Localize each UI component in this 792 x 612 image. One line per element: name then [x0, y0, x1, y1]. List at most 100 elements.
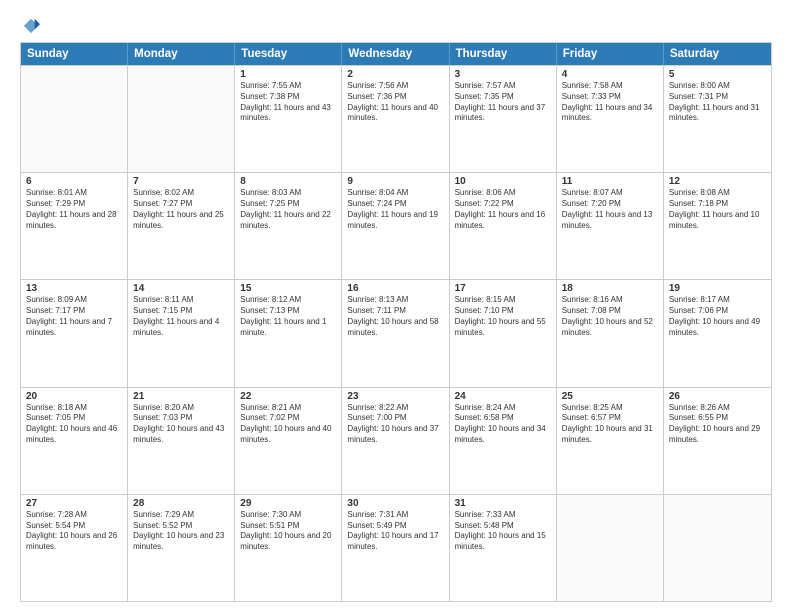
day-number: 7: [133, 176, 229, 187]
day-number: 1: [240, 69, 336, 80]
calendar-cell: 21Sunrise: 8:20 AM Sunset: 7:03 PM Dayli…: [128, 388, 235, 494]
calendar-cell: [557, 495, 664, 601]
day-number: 27: [26, 498, 122, 509]
day-number: 3: [455, 69, 551, 80]
cell-info: Sunrise: 8:15 AM Sunset: 7:10 PM Dayligh…: [455, 295, 551, 338]
calendar-body: 1Sunrise: 7:55 AM Sunset: 7:38 PM Daylig…: [21, 65, 771, 601]
day-header-friday: Friday: [557, 43, 664, 65]
calendar-cell: 22Sunrise: 8:21 AM Sunset: 7:02 PM Dayli…: [235, 388, 342, 494]
calendar-cell: 9Sunrise: 8:04 AM Sunset: 7:24 PM Daylig…: [342, 173, 449, 279]
cell-info: Sunrise: 7:31 AM Sunset: 5:49 PM Dayligh…: [347, 510, 443, 553]
calendar-cell: 3Sunrise: 7:57 AM Sunset: 7:35 PM Daylig…: [450, 66, 557, 172]
logo-text: [20, 16, 40, 34]
cell-info: Sunrise: 8:20 AM Sunset: 7:03 PM Dayligh…: [133, 403, 229, 446]
calendar-cell: [128, 66, 235, 172]
calendar-cell: [664, 495, 771, 601]
cell-info: Sunrise: 8:18 AM Sunset: 7:05 PM Dayligh…: [26, 403, 122, 446]
calendar-cell: 18Sunrise: 8:16 AM Sunset: 7:08 PM Dayli…: [557, 280, 664, 386]
cell-info: Sunrise: 8:09 AM Sunset: 7:17 PM Dayligh…: [26, 295, 122, 338]
cell-info: Sunrise: 8:26 AM Sunset: 6:55 PM Dayligh…: [669, 403, 766, 446]
cell-info: Sunrise: 8:04 AM Sunset: 7:24 PM Dayligh…: [347, 188, 443, 231]
cell-info: Sunrise: 7:30 AM Sunset: 5:51 PM Dayligh…: [240, 510, 336, 553]
day-number: 14: [133, 283, 229, 294]
calendar-cell: 19Sunrise: 8:17 AM Sunset: 7:06 PM Dayli…: [664, 280, 771, 386]
day-header-saturday: Saturday: [664, 43, 771, 65]
calendar-cell: 2Sunrise: 7:56 AM Sunset: 7:36 PM Daylig…: [342, 66, 449, 172]
calendar-cell: 7Sunrise: 8:02 AM Sunset: 7:27 PM Daylig…: [128, 173, 235, 279]
logo: [20, 16, 40, 34]
day-number: 10: [455, 176, 551, 187]
calendar-cell: 1Sunrise: 7:55 AM Sunset: 7:38 PM Daylig…: [235, 66, 342, 172]
calendar-cell: 17Sunrise: 8:15 AM Sunset: 7:10 PM Dayli…: [450, 280, 557, 386]
calendar-cell: 26Sunrise: 8:26 AM Sunset: 6:55 PM Dayli…: [664, 388, 771, 494]
calendar-cell: 23Sunrise: 8:22 AM Sunset: 7:00 PM Dayli…: [342, 388, 449, 494]
header: [20, 16, 772, 34]
calendar: SundayMondayTuesdayWednesdayThursdayFrid…: [20, 42, 772, 602]
day-header-sunday: Sunday: [21, 43, 128, 65]
calendar-cell: 27Sunrise: 7:28 AM Sunset: 5:54 PM Dayli…: [21, 495, 128, 601]
cell-info: Sunrise: 8:12 AM Sunset: 7:13 PM Dayligh…: [240, 295, 336, 338]
cell-info: Sunrise: 7:55 AM Sunset: 7:38 PM Dayligh…: [240, 81, 336, 124]
cell-info: Sunrise: 8:16 AM Sunset: 7:08 PM Dayligh…: [562, 295, 658, 338]
day-number: 26: [669, 391, 766, 402]
day-number: 19: [669, 283, 766, 294]
day-number: 13: [26, 283, 122, 294]
day-number: 21: [133, 391, 229, 402]
day-number: 18: [562, 283, 658, 294]
day-number: 15: [240, 283, 336, 294]
logo-icon: [22, 16, 40, 34]
cell-info: Sunrise: 7:33 AM Sunset: 5:48 PM Dayligh…: [455, 510, 551, 553]
calendar-row-2: 6Sunrise: 8:01 AM Sunset: 7:29 PM Daylig…: [21, 172, 771, 279]
day-header-wednesday: Wednesday: [342, 43, 449, 65]
cell-info: Sunrise: 7:29 AM Sunset: 5:52 PM Dayligh…: [133, 510, 229, 553]
cell-info: Sunrise: 8:11 AM Sunset: 7:15 PM Dayligh…: [133, 295, 229, 338]
day-number: 11: [562, 176, 658, 187]
cell-info: Sunrise: 8:13 AM Sunset: 7:11 PM Dayligh…: [347, 295, 443, 338]
calendar-cell: 13Sunrise: 8:09 AM Sunset: 7:17 PM Dayli…: [21, 280, 128, 386]
cell-info: Sunrise: 8:03 AM Sunset: 7:25 PM Dayligh…: [240, 188, 336, 231]
day-header-thursday: Thursday: [450, 43, 557, 65]
calendar-cell: 6Sunrise: 8:01 AM Sunset: 7:29 PM Daylig…: [21, 173, 128, 279]
day-number: 22: [240, 391, 336, 402]
cell-info: Sunrise: 8:06 AM Sunset: 7:22 PM Dayligh…: [455, 188, 551, 231]
day-number: 12: [669, 176, 766, 187]
day-number: 23: [347, 391, 443, 402]
cell-info: Sunrise: 7:56 AM Sunset: 7:36 PM Dayligh…: [347, 81, 443, 124]
calendar-cell: 16Sunrise: 8:13 AM Sunset: 7:11 PM Dayli…: [342, 280, 449, 386]
calendar-header: SundayMondayTuesdayWednesdayThursdayFrid…: [21, 43, 771, 65]
cell-info: Sunrise: 7:58 AM Sunset: 7:33 PM Dayligh…: [562, 81, 658, 124]
cell-info: Sunrise: 8:08 AM Sunset: 7:18 PM Dayligh…: [669, 188, 766, 231]
calendar-cell: 30Sunrise: 7:31 AM Sunset: 5:49 PM Dayli…: [342, 495, 449, 601]
cell-info: Sunrise: 8:24 AM Sunset: 6:58 PM Dayligh…: [455, 403, 551, 446]
day-number: 16: [347, 283, 443, 294]
day-number: 25: [562, 391, 658, 402]
calendar-row-1: 1Sunrise: 7:55 AM Sunset: 7:38 PM Daylig…: [21, 65, 771, 172]
calendar-row-3: 13Sunrise: 8:09 AM Sunset: 7:17 PM Dayli…: [21, 279, 771, 386]
calendar-cell: 12Sunrise: 8:08 AM Sunset: 7:18 PM Dayli…: [664, 173, 771, 279]
day-header-monday: Monday: [128, 43, 235, 65]
day-number: 5: [669, 69, 766, 80]
calendar-row-5: 27Sunrise: 7:28 AM Sunset: 5:54 PM Dayli…: [21, 494, 771, 601]
day-number: 17: [455, 283, 551, 294]
calendar-cell: 4Sunrise: 7:58 AM Sunset: 7:33 PM Daylig…: [557, 66, 664, 172]
day-number: 9: [347, 176, 443, 187]
day-header-tuesday: Tuesday: [235, 43, 342, 65]
day-number: 29: [240, 498, 336, 509]
calendar-cell: 15Sunrise: 8:12 AM Sunset: 7:13 PM Dayli…: [235, 280, 342, 386]
calendar-cell: 25Sunrise: 8:25 AM Sunset: 6:57 PM Dayli…: [557, 388, 664, 494]
calendar-cell: 24Sunrise: 8:24 AM Sunset: 6:58 PM Dayli…: [450, 388, 557, 494]
cell-info: Sunrise: 8:00 AM Sunset: 7:31 PM Dayligh…: [669, 81, 766, 124]
calendar-cell: 14Sunrise: 8:11 AM Sunset: 7:15 PM Dayli…: [128, 280, 235, 386]
calendar-cell: 28Sunrise: 7:29 AM Sunset: 5:52 PM Dayli…: [128, 495, 235, 601]
calendar-cell: 20Sunrise: 8:18 AM Sunset: 7:05 PM Dayli…: [21, 388, 128, 494]
cell-info: Sunrise: 7:57 AM Sunset: 7:35 PM Dayligh…: [455, 81, 551, 124]
cell-info: Sunrise: 8:25 AM Sunset: 6:57 PM Dayligh…: [562, 403, 658, 446]
cell-info: Sunrise: 8:17 AM Sunset: 7:06 PM Dayligh…: [669, 295, 766, 338]
cell-info: Sunrise: 8:02 AM Sunset: 7:27 PM Dayligh…: [133, 188, 229, 231]
day-number: 6: [26, 176, 122, 187]
day-number: 4: [562, 69, 658, 80]
day-number: 2: [347, 69, 443, 80]
calendar-cell: 5Sunrise: 8:00 AM Sunset: 7:31 PM Daylig…: [664, 66, 771, 172]
calendar-cell: 10Sunrise: 8:06 AM Sunset: 7:22 PM Dayli…: [450, 173, 557, 279]
calendar-cell: 8Sunrise: 8:03 AM Sunset: 7:25 PM Daylig…: [235, 173, 342, 279]
